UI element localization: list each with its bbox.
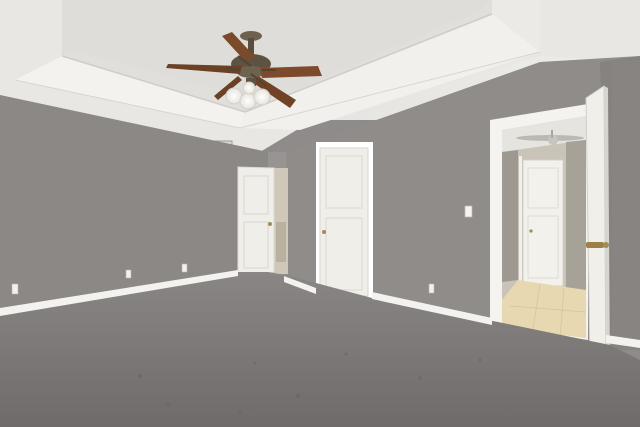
closet-door[interactable] [316,142,373,298]
wall-outlet [11,283,19,295]
bathroom-doorway[interactable] [490,104,588,340]
door-knob[interactable] [268,222,272,226]
fan-light-bulb [239,92,257,110]
wall-outlet [428,283,435,294]
bedroom-door[interactable] [237,166,275,277]
bathroom-interior-door[interactable] [522,159,564,287]
door-handle[interactable] [586,242,604,248]
light-switch[interactable] [464,205,473,218]
fan-light-bulb [253,88,271,106]
wall-outlet [125,269,132,279]
right-edge-wall [612,60,640,350]
open-right-door[interactable] [585,85,610,377]
fan-blade [260,66,322,78]
wall-outlet [181,263,188,273]
bedroom-photo [0,0,640,427]
closet-knob[interactable] [322,230,326,234]
